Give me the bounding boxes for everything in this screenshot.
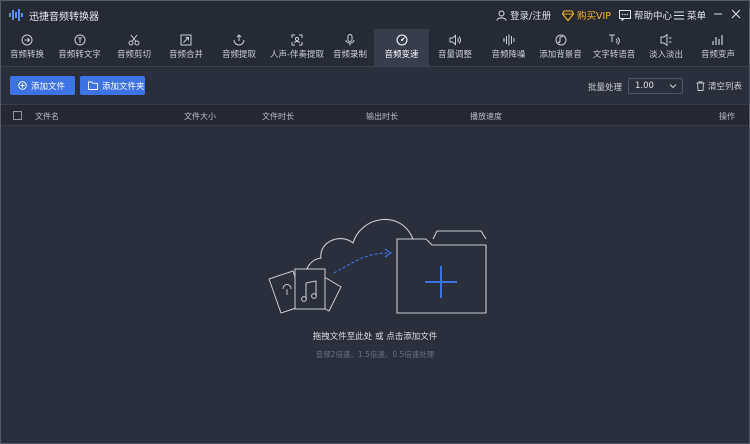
toolbar-item-merge[interactable]: 音频合并 [163, 29, 209, 66]
toolbar-item-label: 音频录制 [332, 50, 367, 60]
speed-value: 1.00 [635, 81, 654, 91]
toolbar-item-background-music[interactable]: 添加背景音 [534, 29, 587, 66]
toolbar-item-extract[interactable]: 音频提取 [216, 29, 262, 66]
add-file-label: 添加文件 [31, 81, 66, 92]
plus-circle-icon [18, 81, 27, 90]
transfer-arrow-icon [333, 248, 392, 274]
toolbar-item-microphone[interactable]: 音频录制 [329, 29, 371, 66]
toolbar-item-voice-change[interactable]: 音频变声 [693, 29, 743, 66]
toolbar-item-denoise[interactable]: 音频降噪 [486, 29, 531, 66]
clear-list-label: 清空列表 [708, 82, 743, 92]
scissors-icon [128, 34, 140, 46]
clear-list-button[interactable]: 清空列表 [696, 80, 742, 92]
add-folder-label: 添加文件夹 [102, 81, 145, 92]
speedometer-icon [396, 34, 407, 46]
extract-icon [233, 34, 245, 46]
toolbar-item-label: 音频提取 [221, 50, 256, 60]
toolbar-item-label: 音频合并 [168, 50, 203, 60]
title-bar: 迅捷音频转换器 登录/注册 购买VIP 帮助中心 菜单 [1, 1, 749, 29]
drop-zone-illustration[interactable] [261, 201, 491, 321]
toolbar-item-label: 淡入淡出 [648, 50, 683, 60]
feature-toolbar: 音频转换 音频转文字 音频剪切 音频合并 音频提取 人声-伴奏提取 音频录制 音频变速 音量调整… [1, 29, 749, 67]
help-center-button[interactable]: 帮助中心 [619, 8, 672, 22]
toolbar-item-label: 音频变速 [384, 50, 419, 60]
vip-label: 购买VIP [577, 11, 612, 22]
toolbar-item-label: 音频转换 [9, 50, 44, 60]
toolbar-item-label: 文字转语音 [592, 50, 636, 60]
toolbar-item-label: 音频降噪 [491, 50, 526, 60]
audio-files-icon [268, 268, 342, 314]
user-icon [496, 10, 507, 21]
add-file-button[interactable]: 添加文件 [10, 76, 75, 95]
denoise-icon [503, 34, 514, 46]
column-header-play-speed[interactable]: 播放速度 [470, 111, 502, 122]
buy-vip-button[interactable]: 购买VIP [562, 8, 611, 22]
background-music-icon [555, 34, 566, 46]
toolbar-item-label: 音量调整 [437, 50, 472, 60]
volume-icon [449, 34, 461, 46]
batch-speed-select[interactable]: 1.00 [628, 78, 683, 94]
column-header-filesize[interactable]: 文件大小 [184, 111, 216, 122]
toolbar-item-text-to-speech[interactable]: 文字转语音 [587, 29, 641, 66]
vip-diamond-icon [562, 9, 574, 21]
toolbar-item-label: 音频转文字 [58, 50, 101, 60]
column-header-output-duration[interactable]: 输出时长 [366, 111, 398, 122]
toolbar-item-label: 人声-伴奏提取 [269, 50, 325, 60]
toolbar-item-vocal-extract[interactable]: 人声-伴奏提取 [265, 29, 329, 66]
minimize-icon[interactable] [711, 7, 725, 21]
toolbar-item-label: 添加背景音 [539, 50, 582, 60]
drop-subhint: 音频2倍速、1.5倍速、0.5倍速处理 [315, 350, 435, 359]
file-table-header: 文件名 文件大小 文件时长 输出时长 播放速度 操作 [1, 104, 749, 126]
login-button[interactable]: 登录/注册 [496, 8, 551, 22]
chat-bubble-icon [619, 9, 631, 21]
toolbar-item-convert[interactable]: 音频转换 [4, 29, 50, 66]
toolbar-item-label: 音频变声 [700, 50, 735, 60]
fade-icon [660, 34, 672, 46]
app-title: 迅捷音频转换器 [29, 12, 99, 23]
toolbar-item-audio-to-text[interactable]: 音频转文字 [53, 29, 106, 66]
toolbar-item-volume[interactable]: 音量调整 [429, 29, 481, 66]
toolbar-item-fade[interactable]: 淡入淡出 [641, 29, 691, 66]
toolbar-item-scissors[interactable]: 音频剪切 [109, 29, 159, 66]
column-header-actions: 操作 [719, 112, 735, 121]
add-folder-button[interactable]: 添加文件夹 [80, 76, 145, 95]
column-header-filename[interactable]: 文件名 [35, 111, 59, 122]
login-label: 登录/注册 [510, 11, 552, 22]
close-icon[interactable] [729, 7, 743, 21]
batch-process-label: 批量处理 [588, 83, 623, 93]
column-header-duration[interactable]: 文件时长 [262, 111, 294, 122]
voice-change-icon [712, 35, 723, 45]
chevron-down-icon [669, 84, 677, 89]
folder-icon [88, 81, 98, 90]
menu-label: 菜单 [687, 11, 707, 22]
help-label: 帮助中心 [634, 11, 673, 22]
merge-icon [180, 34, 192, 46]
vocal-extract-icon [291, 34, 303, 46]
menu-button[interactable]: 菜单 [674, 8, 706, 22]
text-to-speech-icon [609, 34, 620, 45]
drop-hint: 拖拽文件至此处 或 点击添加文件 [312, 332, 438, 342]
trash-icon [696, 81, 705, 91]
microphone-icon [345, 34, 355, 46]
select-all-checkbox[interactable] [13, 111, 22, 120]
toolbar-item-label: 音频剪切 [116, 50, 151, 60]
app-window: 迅捷音频转换器 登录/注册 购买VIP 帮助中心 菜单 音频转换 音频转文字 音频剪… [0, 0, 750, 444]
hamburger-icon [674, 11, 684, 19]
convert-icon [21, 34, 33, 46]
folder-plus-icon [396, 230, 487, 314]
toolbar-item-speedometer[interactable]: 音频变速 [374, 29, 429, 66]
audio-to-text-icon [74, 34, 85, 46]
app-logo-icon [9, 9, 23, 21]
